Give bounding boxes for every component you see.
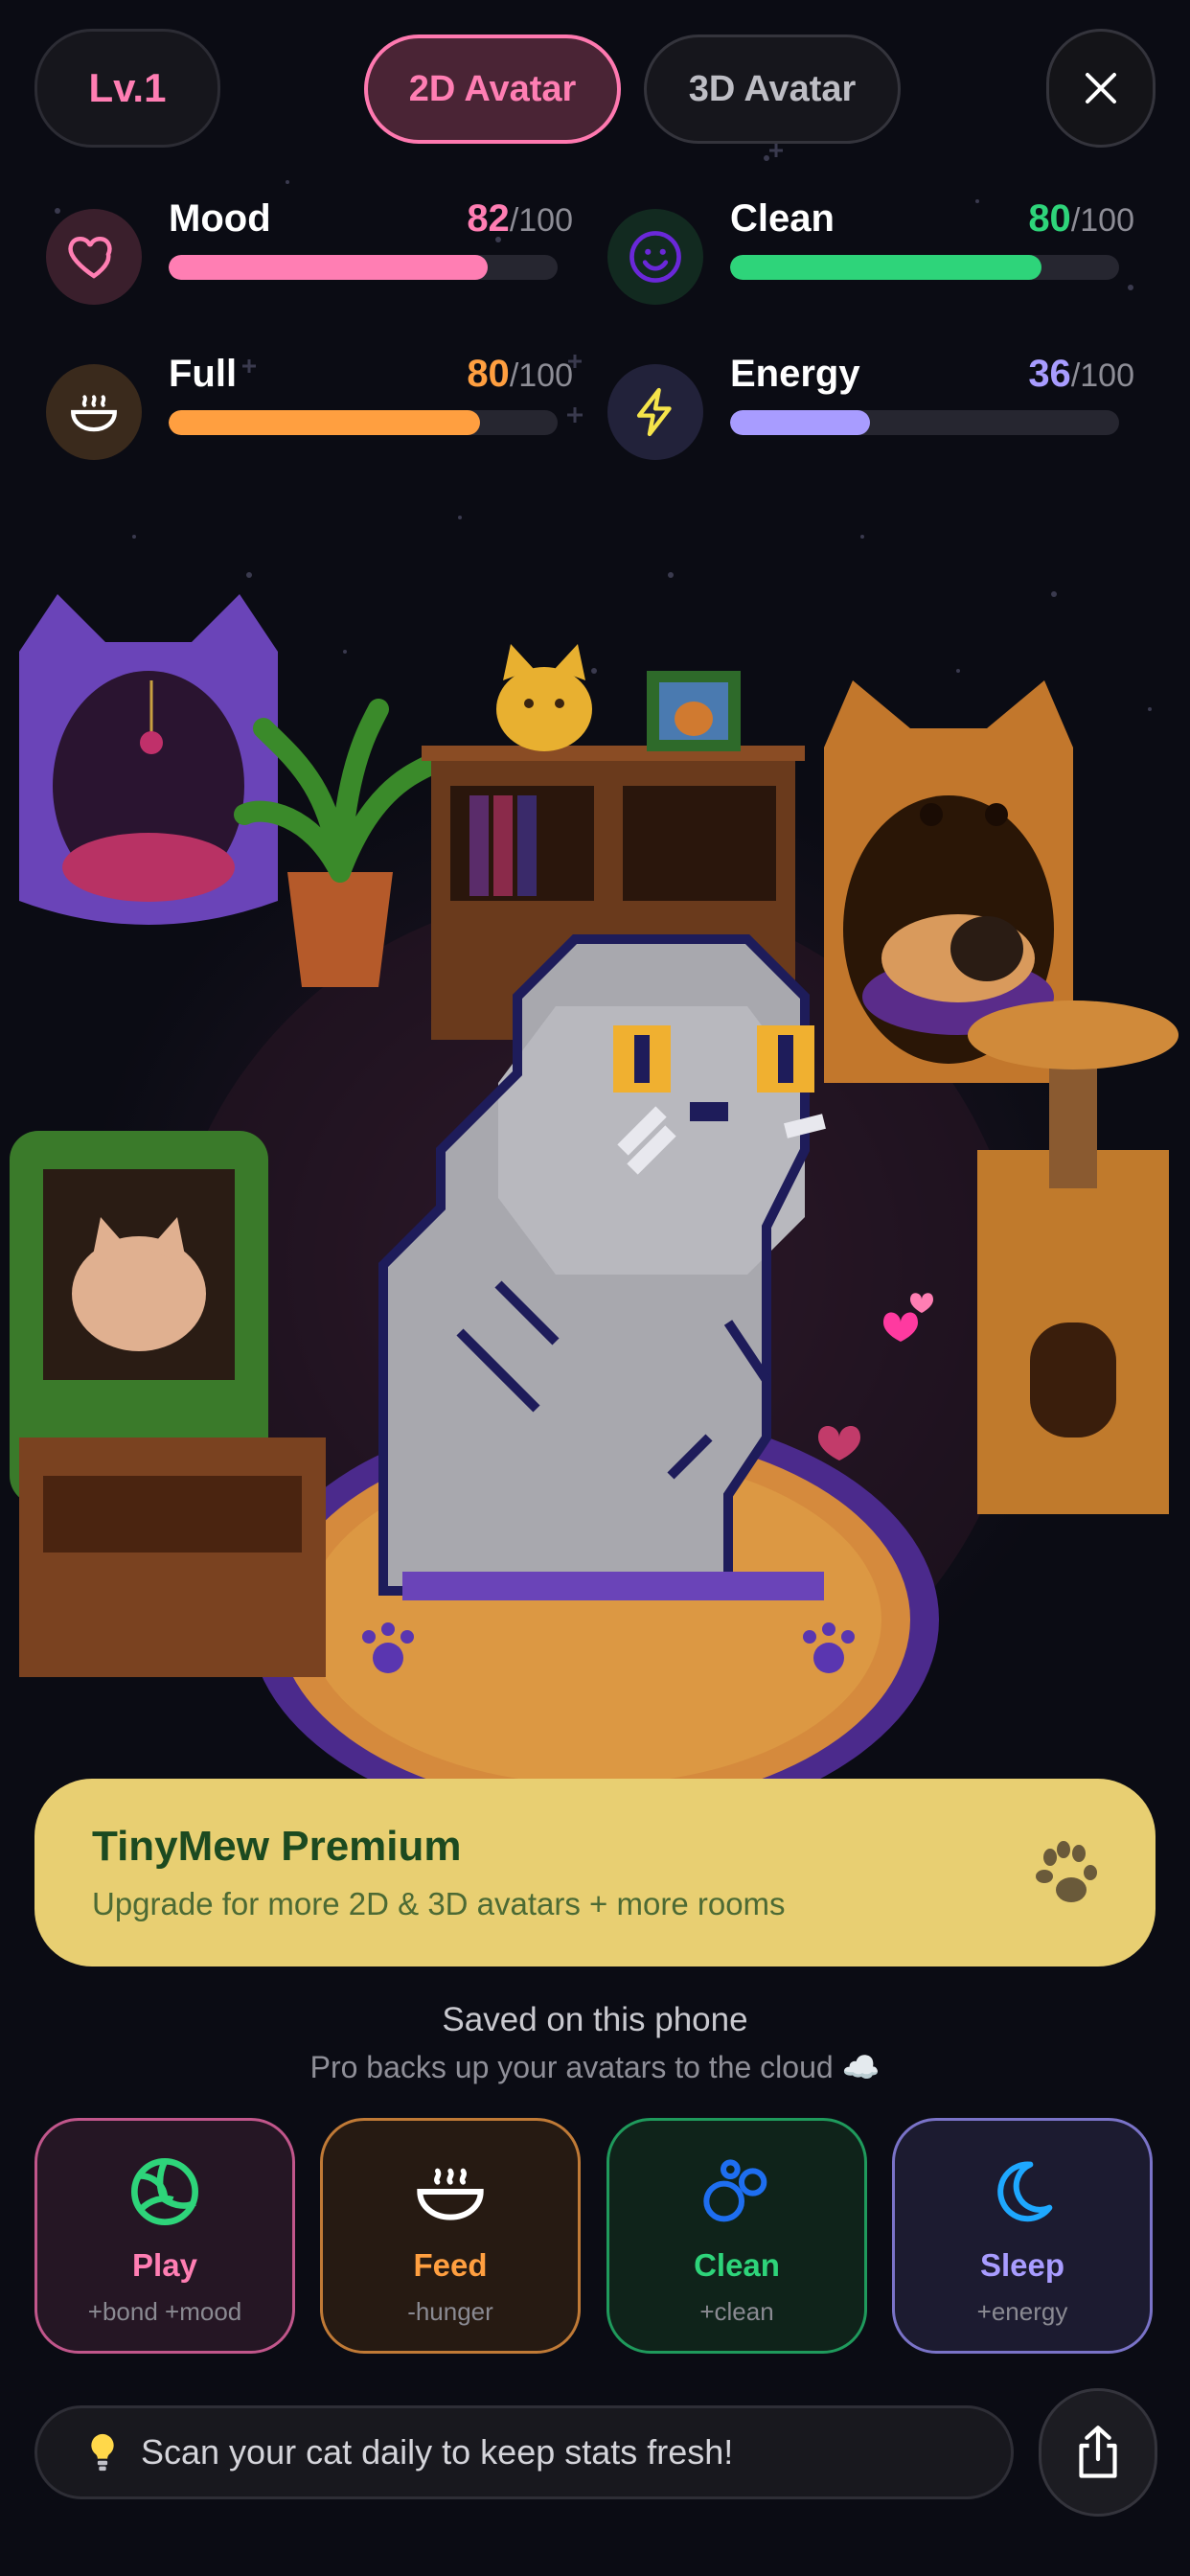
stat-clean-bar	[730, 255, 1119, 280]
tab-2d-avatar[interactable]: 2D Avatar	[364, 34, 621, 144]
clean-button[interactable]: Clean +clean	[606, 2118, 867, 2354]
storage-status: Saved on this phone	[442, 2001, 748, 2038]
bowl-icon	[46, 364, 142, 460]
feed-button[interactable]: Feed -hunger	[320, 2118, 581, 2354]
play-button[interactable]: Play +bond +mood	[34, 2118, 295, 2354]
sleep-label: Sleep	[979, 2247, 1065, 2283]
bubbles-icon	[703, 2159, 767, 2222]
stat-full: Full 80/100	[36, 347, 573, 472]
stat-full-bar	[169, 410, 558, 435]
stat-clean-value: 80/100	[1028, 197, 1134, 240]
level-badge: Lv.1	[34, 29, 220, 148]
smiley-icon	[607, 209, 703, 305]
close-button[interactable]	[1046, 29, 1156, 148]
paw-icon	[1036, 1841, 1097, 1902]
share-icon	[1079, 2426, 1117, 2478]
stat-energy: Energy 36/100	[598, 347, 1134, 472]
stat-energy-value: 36/100	[1028, 353, 1134, 395]
cat-room-scene	[10, 594, 1179, 1782]
stat-mood: Mood 82/100	[36, 192, 573, 316]
stat-energy-label: Energy	[730, 353, 860, 395]
stat-mood-label: Mood	[169, 197, 271, 240]
stat-energy-bar	[730, 410, 1119, 435]
close-icon	[1086, 73, 1116, 104]
sleep-button[interactable]: Sleep +energy	[892, 2118, 1153, 2354]
lightning-icon	[607, 364, 703, 460]
premium-subtitle: Upgrade for more 2D & 3D avatars + more …	[92, 1886, 786, 1921]
premium-title: TinyMew Premium	[92, 1823, 462, 1870]
heart-icon	[46, 209, 142, 305]
stat-clean-label: Clean	[730, 197, 835, 240]
clean-subtext: +clean	[699, 2297, 774, 2326]
bowl-icon	[417, 2168, 484, 2220]
lightbulb-icon	[91, 2433, 114, 2472]
clean-label: Clean	[694, 2247, 780, 2283]
stat-full-label: Full	[169, 353, 238, 395]
stat-clean: Clean 80/100	[598, 192, 1134, 316]
feed-label: Feed	[413, 2247, 488, 2283]
stat-mood-value: 82/100	[467, 197, 573, 240]
sleep-subtext: +energy	[976, 2297, 1068, 2326]
premium-banner[interactable]: TinyMew Premium Upgrade for more 2D & 3D…	[34, 1779, 1156, 1966]
share-button[interactable]	[1039, 2388, 1157, 2517]
feed-subtext: -hunger	[407, 2297, 493, 2326]
stat-mood-bar	[169, 255, 558, 280]
storage-hint: Pro backs up your avatars to the cloud ☁…	[309, 2050, 881, 2084]
purple-cat-bed	[19, 594, 278, 925]
stat-full-value: 80/100	[467, 353, 573, 395]
play-label: Play	[132, 2247, 197, 2283]
play-subtext: +bond +mood	[87, 2297, 242, 2326]
moon-icon	[997, 2161, 1053, 2222]
tab-3d-avatar[interactable]: 3D Avatar	[644, 34, 901, 144]
tip-bar: Scan your cat daily to keep stats fresh!	[34, 2405, 1014, 2499]
ball-icon	[131, 2158, 198, 2225]
tip-text: Scan your cat daily to keep stats fresh!	[141, 2432, 734, 2472]
